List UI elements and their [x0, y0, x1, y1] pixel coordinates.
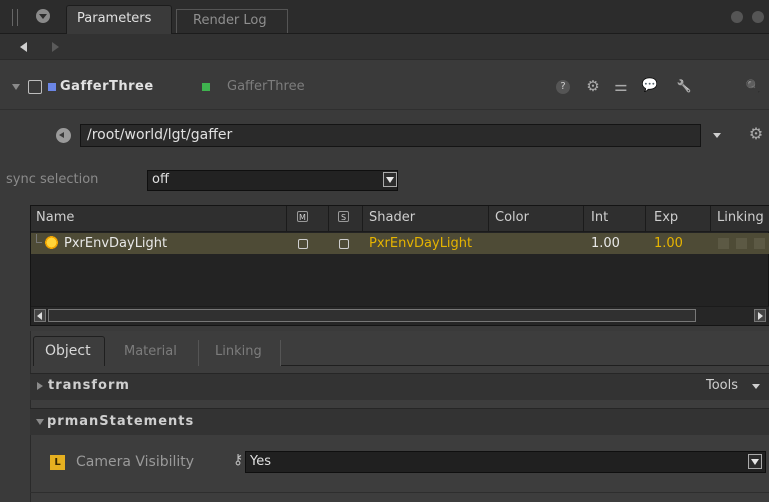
forward-arrow-icon[interactable] — [52, 42, 59, 52]
path-back-icon[interactable] — [56, 128, 71, 143]
light-intensity[interactable]: 1.00 — [591, 236, 620, 251]
chevron-down-icon[interactable] — [752, 384, 760, 389]
group-transform[interactable] — [30, 373, 769, 400]
key-icon[interactable]: ⚷ — [233, 452, 245, 470]
expand-caret-icon[interactable] — [37, 382, 43, 390]
column-separator — [286, 206, 287, 232]
col-linking[interactable]: Linking — [717, 210, 764, 225]
light-shader[interactable]: PxrEnvDayLight — [369, 236, 472, 251]
node-type-label: GafferThree — [227, 79, 305, 94]
tab-parameters[interactable]: Parameters — [66, 5, 172, 35]
back-arrow-icon[interactable] — [20, 42, 27, 52]
help-icon[interactable]: ? — [556, 80, 570, 94]
tab-divider — [281, 365, 769, 366]
scroll-right-icon[interactable] — [754, 309, 766, 322]
node-name[interactable]: GafferThree — [60, 79, 154, 94]
history-nav-bar — [0, 34, 769, 60]
tab-linking[interactable]: Linking — [201, 340, 281, 366]
collapse-caret-icon[interactable] — [36, 419, 44, 425]
column-separator — [362, 206, 363, 232]
solo-checkbox[interactable] — [339, 239, 349, 249]
sync-selection-dropdown[interactable]: off — [147, 170, 398, 191]
link-mode-icon[interactable] — [754, 238, 765, 249]
panel-divider — [30, 492, 769, 493]
sun-light-icon — [44, 235, 59, 250]
col-int[interactable]: Int — [591, 210, 608, 225]
maximize-icon[interactable] — [731, 11, 743, 23]
node-view-icon[interactable] — [28, 80, 42, 94]
path-dropdown-icon[interactable] — [713, 133, 721, 138]
panel-menu-icon[interactable] — [36, 9, 50, 23]
scroll-left-icon[interactable] — [34, 309, 46, 322]
column-separator — [583, 206, 584, 232]
location-path-field[interactable]: /root/world/lgt/gaffer — [80, 124, 701, 147]
link-mode-icon[interactable] — [718, 238, 729, 249]
sliders-icon[interactable]: ⚌ — [612, 78, 630, 94]
scrollbar-thumb[interactable] — [48, 309, 696, 322]
path-gear-icon[interactable]: ⚙ — [746, 124, 766, 144]
col-shader[interactable]: Shader — [369, 210, 415, 225]
group-prman-label[interactable]: prmanStatements — [47, 414, 194, 429]
group-transform-label[interactable]: transform — [48, 378, 130, 393]
tree-branch-line — [36, 234, 42, 243]
col-exp[interactable]: Exp — [654, 210, 678, 225]
dropdown-arrow-icon[interactable] — [748, 454, 762, 469]
col-name[interactable]: Name — [36, 210, 74, 225]
col-color[interactable]: Color — [495, 210, 529, 225]
close-icon[interactable] — [752, 11, 764, 23]
camera-visibility-dropdown[interactable]: Yes — [245, 451, 766, 473]
link-mode-icon[interactable] — [736, 238, 747, 249]
local-state-badge[interactable]: L — [50, 455, 65, 470]
camera-visibility-label: Camera Visibility — [76, 454, 195, 470]
wrench-icon[interactable]: 🔧 — [675, 78, 693, 94]
column-separator — [710, 206, 711, 232]
drag-grip-icon[interactable] — [12, 9, 18, 26]
light-exposure[interactable]: 1.00 — [654, 236, 683, 251]
light-name[interactable]: PxrEnvDayLight — [64, 236, 167, 251]
column-separator — [488, 206, 489, 232]
gear-icon[interactable]: ⚙ — [584, 78, 602, 94]
col-solo[interactable]: S — [338, 211, 349, 222]
tab-material[interactable]: Material — [107, 340, 199, 366]
dropdown-arrow-icon[interactable] — [383, 172, 397, 187]
col-mute[interactable]: M — [297, 211, 308, 222]
mute-checkbox[interactable] — [298, 239, 308, 249]
tab-object[interactable]: Object — [33, 336, 105, 366]
column-separator — [328, 206, 329, 232]
comment-icon[interactable]: 💬 — [641, 78, 659, 94]
tools-menu[interactable]: Tools — [706, 378, 738, 393]
view-flag-icon[interactable] — [48, 83, 56, 91]
sync-selection-label: sync selection — [6, 172, 99, 187]
collapse-caret-icon[interactable] — [12, 84, 20, 90]
edit-flag-icon[interactable] — [202, 83, 210, 91]
column-separator — [645, 206, 646, 232]
search-icon[interactable]: 🔍 — [744, 78, 762, 94]
tab-render-log[interactable]: Render Log — [176, 9, 288, 33]
